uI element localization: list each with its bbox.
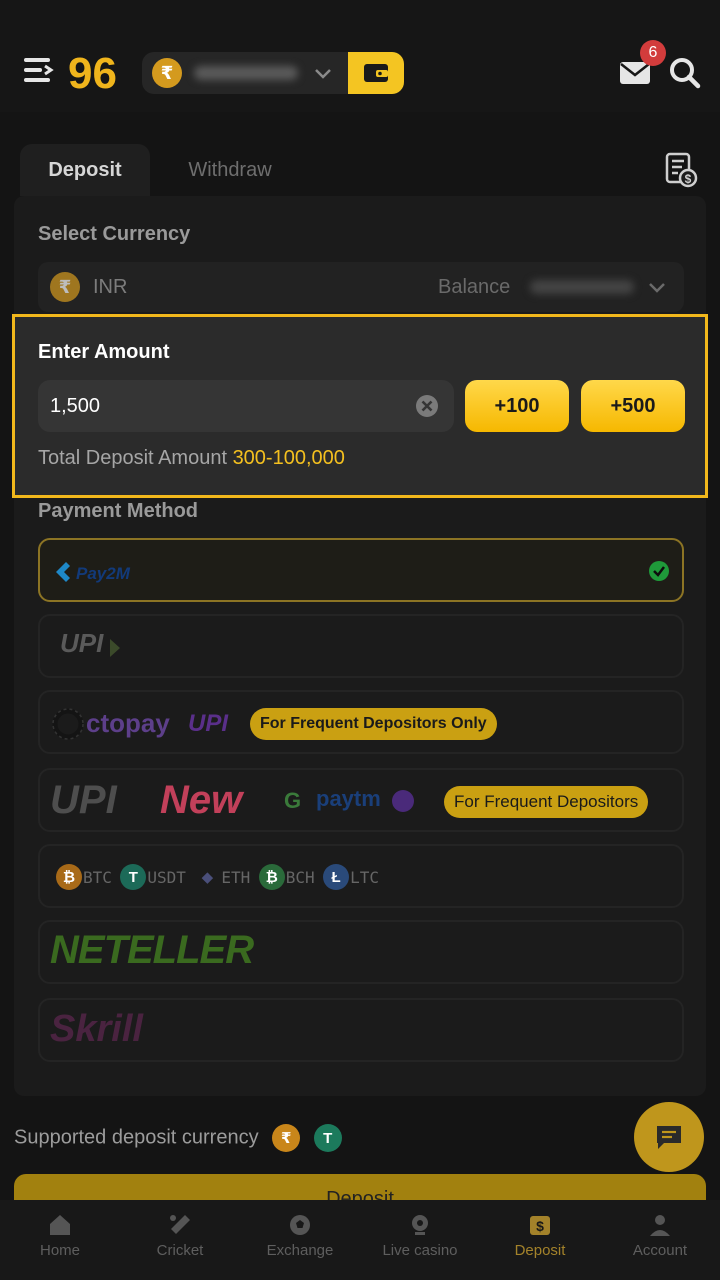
- currency-select[interactable]: ₹ INR Balance: [38, 262, 684, 312]
- skrill-logo: Skrill: [50, 1008, 143, 1050]
- enter-amount-section: Enter Amount +100 +500 Total Deposit Amo…: [12, 314, 708, 498]
- upi-arrow-icon: [109, 638, 120, 657]
- usdt-icon: T: [313, 1124, 342, 1152]
- upi-logo: UPI: [50, 778, 117, 822]
- upi-logo: UPI: [60, 628, 122, 659]
- tab-deposit[interactable]: Deposit: [20, 144, 150, 196]
- cricket-icon: [170, 1215, 190, 1234]
- chat-icon: [657, 1126, 681, 1149]
- ltc-label: LTC: [350, 867, 379, 887]
- nav-exchange[interactable]: Exchange: [240, 1200, 360, 1280]
- nav-home[interactable]: Home: [0, 1200, 120, 1280]
- nav-label: Cricket: [156, 1242, 204, 1259]
- add-500-button[interactable]: +500: [581, 380, 685, 432]
- bch-icon: ₿: [258, 864, 285, 890]
- supported-currency-label: Supported deposit currency: [14, 1126, 259, 1149]
- svg-text:$: $: [685, 172, 692, 186]
- webcam-icon: [412, 1215, 428, 1235]
- upi-logo: UPI: [188, 710, 229, 737]
- crypto-coins-list: ₿ BTC T USDT ◆ ETH ₿ BCH Ł LTC: [56, 864, 383, 890]
- payment-method-skrill[interactable]: Skrill: [38, 998, 684, 1062]
- paytm-logo: paytm: [316, 786, 381, 811]
- home-icon: [50, 1215, 70, 1235]
- nav-deposit[interactable]: $ Deposit: [480, 1200, 600, 1280]
- payment-method-pay2m[interactable]: Pay2M: [38, 538, 684, 602]
- deposit-icon: $: [530, 1216, 550, 1235]
- wallet-button[interactable]: [348, 52, 404, 94]
- balance-value-hidden: [530, 280, 634, 294]
- football-icon: [290, 1215, 310, 1235]
- svg-text:Pay2M: Pay2M: [76, 564, 131, 583]
- payment-method-neteller[interactable]: NETELLER: [38, 920, 684, 984]
- logo-text: 96: [68, 50, 117, 94]
- currency-code: INR: [93, 276, 128, 298]
- new-label: New: [160, 778, 243, 822]
- clear-icon[interactable]: [415, 394, 439, 418]
- chevron-down-icon[interactable]: [646, 276, 668, 298]
- bch-label: BCH: [285, 867, 315, 887]
- add-100-button[interactable]: +100: [465, 380, 569, 432]
- nav-cricket[interactable]: Cricket: [120, 1200, 240, 1280]
- enter-amount-label: Enter Amount: [38, 341, 170, 363]
- range-label: Total Deposit Amount: [38, 447, 227, 469]
- mail-count-badge: 6: [640, 40, 666, 66]
- menu-icon[interactable]: [24, 56, 54, 84]
- nav-live-casino[interactable]: Live casino: [360, 1200, 480, 1280]
- payment-method-label: Payment Method: [38, 500, 199, 522]
- pay2m-logo: Pay2M: [56, 562, 131, 583]
- nav-label: Account: [632, 1242, 688, 1259]
- frequent-depositor-badge: For Frequent Depositors Only: [250, 708, 497, 740]
- frequent-depositor-badge: For Frequent Depositors: [444, 786, 649, 818]
- balance-amount-hidden: [194, 66, 298, 80]
- svg-text:$: $: [536, 1218, 544, 1234]
- payment-method-upi[interactable]: UPI: [38, 614, 684, 678]
- eth-icon: ◆: [201, 869, 214, 886]
- account-icon: [650, 1215, 670, 1236]
- balance-label: Balance: [438, 276, 511, 298]
- wallet-icon: [364, 64, 388, 82]
- octopay-logo-icon: [52, 708, 84, 740]
- transaction-history-icon[interactable]: $: [664, 152, 698, 188]
- amount-input[interactable]: [38, 380, 454, 432]
- rupee-coin-icon: ₹: [272, 1124, 301, 1152]
- usdt-icon: T: [120, 864, 147, 890]
- google-pay-icon: G: [284, 788, 302, 813]
- chat-button[interactable]: [634, 1102, 704, 1172]
- chevron-down-icon[interactable]: [312, 62, 334, 84]
- eth-label: ETH: [221, 867, 251, 887]
- brand-logo[interactable]: 96: [68, 50, 120, 94]
- range-value: 300-100,000: [232, 447, 345, 469]
- ltc-icon: Ł: [323, 864, 350, 890]
- phonepe-icon: [392, 790, 414, 812]
- payment-method-crypto[interactable]: ₿ BTC T USDT ◆ ETH ₿ BCH Ł LTC: [38, 844, 684, 908]
- top-header: 96 ₹ 6: [0, 0, 720, 112]
- ctopay-logo: ctopay: [86, 708, 170, 738]
- usdt-label: USDT: [147, 867, 186, 887]
- nav-label: Home: [39, 1242, 80, 1259]
- btc-label: BTC: [83, 867, 112, 887]
- bottom-nav: Home Cricket Exchange Live casino $ Depo…: [0, 1200, 720, 1280]
- payment-method-upi-new[interactable]: UPI New G paytm For Frequent Depositors: [38, 768, 684, 832]
- nav-account[interactable]: Account: [600, 1200, 720, 1280]
- supported-currency-row: Supported deposit currency ₹ T: [14, 1124, 342, 1152]
- rupee-coin-icon: ₹: [152, 58, 182, 88]
- balance-pill[interactable]: ₹: [142, 52, 404, 94]
- nav-label: Exchange: [266, 1242, 334, 1259]
- search-icon[interactable]: [668, 56, 702, 90]
- neteller-logo: NETELLER: [50, 928, 254, 972]
- deposit-range-text: Total Deposit Amount 300-100,000: [38, 447, 345, 470]
- nav-label: Live casino: [382, 1242, 458, 1259]
- tab-withdraw[interactable]: Withdraw: [150, 144, 310, 196]
- rupee-coin-icon: ₹: [50, 272, 80, 302]
- select-currency-label: Select Currency: [38, 223, 191, 245]
- nav-label: Deposit: [514, 1242, 566, 1259]
- selected-check-icon: [649, 561, 669, 581]
- payment-method-ctopay-upi[interactable]: ctopay UPI For Frequent Depositors Only: [38, 690, 684, 754]
- btc-icon: ₿: [56, 864, 82, 890]
